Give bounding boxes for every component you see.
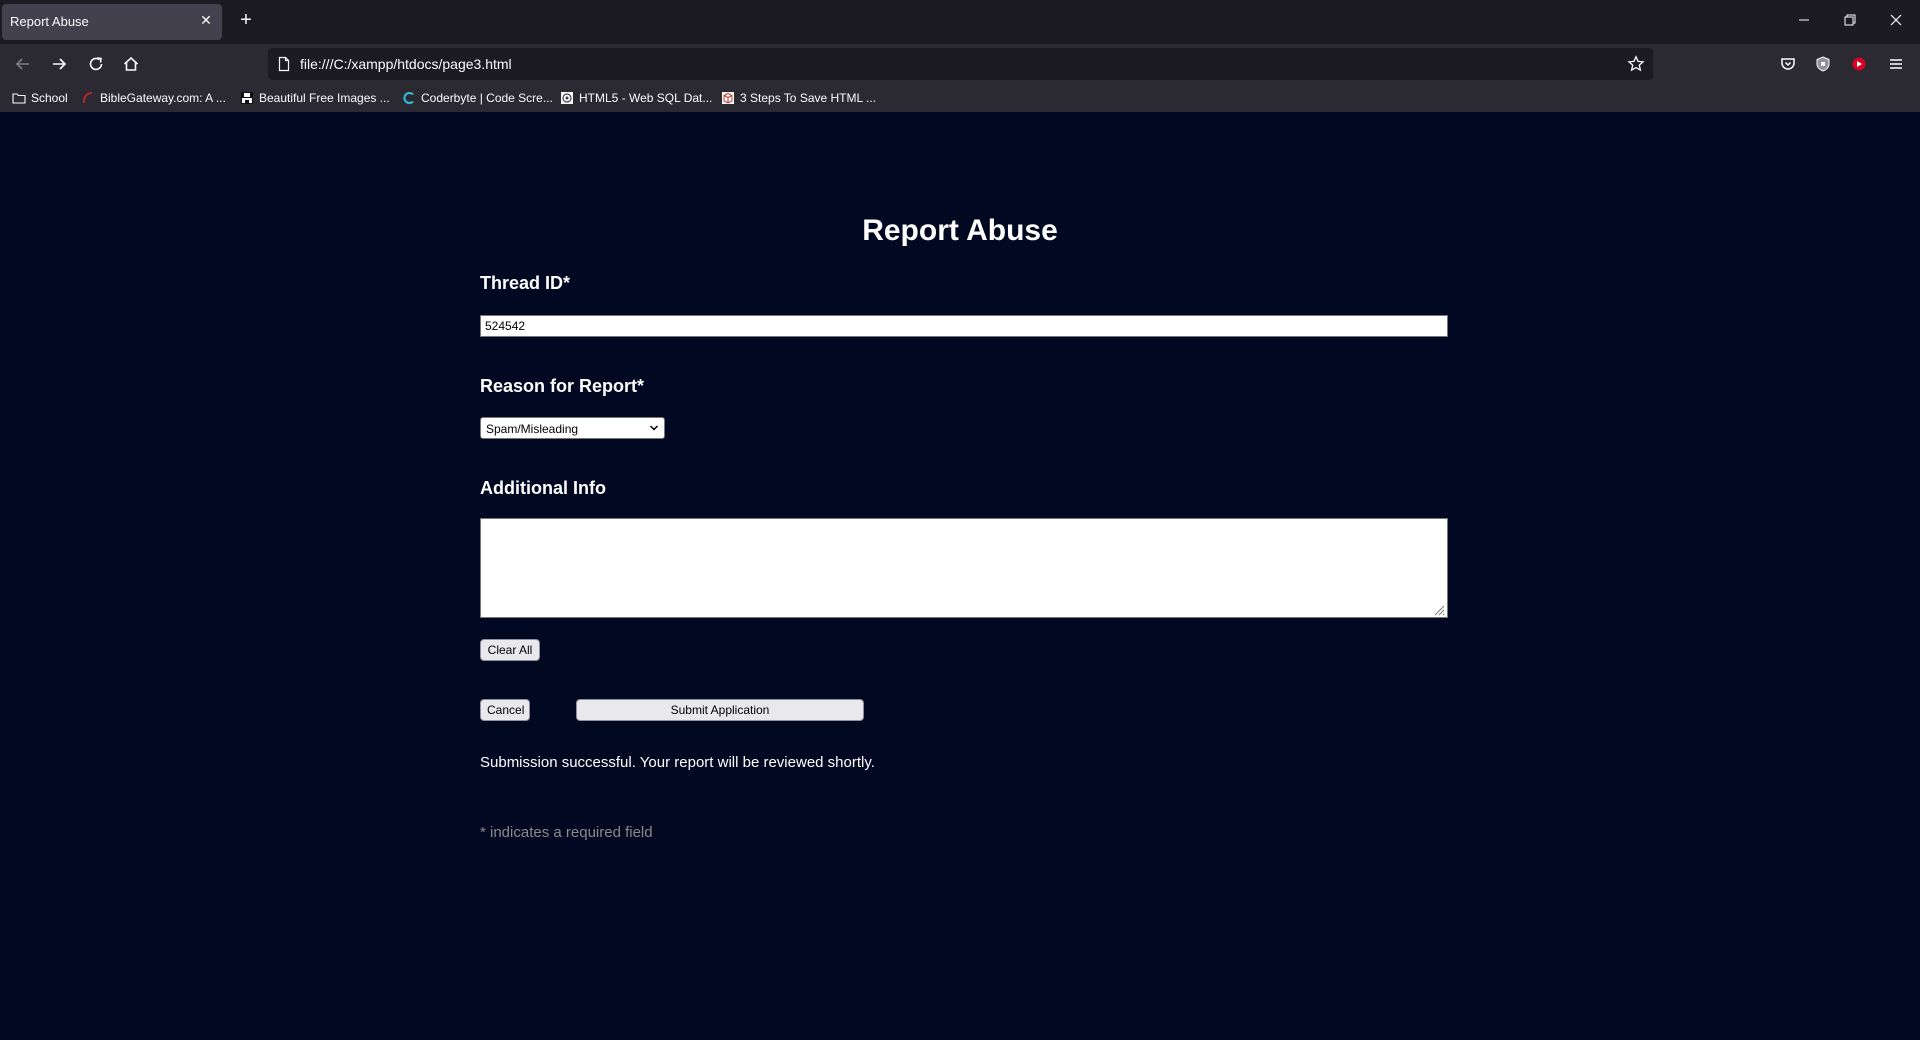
- new-tab-icon[interactable]: +: [236, 10, 256, 30]
- tab-title: Report Abuse: [10, 14, 89, 29]
- success-message: Submission successful. Your report will …: [480, 754, 875, 771]
- bookmark-label: BibleGateway.com: A ...: [100, 91, 226, 105]
- submit-application-button[interactable]: Submit Application: [576, 699, 864, 721]
- pocket-icon[interactable]: [1778, 54, 1798, 74]
- package-icon: [721, 91, 735, 105]
- bookmark-save-html[interactable]: 3 Steps To Save HTML ...: [721, 90, 876, 106]
- tab-strip: Report Abuse ✕ +: [0, 0, 1920, 44]
- bookmark-web-sql[interactable]: HTML5 - Web SQL Dat...: [560, 90, 712, 106]
- cancel-button[interactable]: Cancel: [480, 699, 530, 721]
- url-text[interactable]: file:///C:/xampp/htdocs/page3.html: [300, 56, 512, 72]
- reload-icon[interactable]: [86, 54, 106, 74]
- chevron-down-icon: [648, 422, 660, 434]
- hamburger-menu-icon[interactable]: [1886, 54, 1906, 74]
- reason-selected-value: Spam/Misleading: [486, 422, 579, 436]
- folder-icon: [12, 91, 26, 105]
- bookmarks-toolbar: School BibleGateway.com: A ... Beautiful…: [0, 84, 1920, 112]
- browser-chrome: Report Abuse ✕ + file:///C:/xampp/htdocs…: [0, 0, 1920, 112]
- home-icon[interactable]: [121, 54, 141, 74]
- coderbyte-icon: [402, 91, 416, 105]
- page-title: Report Abuse: [862, 214, 1058, 247]
- bookmark-label: School: [31, 91, 68, 105]
- additional-info-textarea[interactable]: [480, 518, 1448, 618]
- bookmark-star-icon[interactable]: [1627, 55, 1645, 73]
- resize-grip-icon[interactable]: [1433, 603, 1445, 616]
- bookmark-school[interactable]: School: [12, 90, 68, 106]
- biblegateway-icon: [81, 91, 95, 105]
- page-content: Report Abuse Thread ID* Reason for Repor…: [0, 112, 1920, 1040]
- thread-id-input[interactable]: [480, 315, 1448, 337]
- nav-bar: file:///C:/xampp/htdocs/page3.html: [0, 44, 1920, 84]
- bookmark-label: 3 Steps To Save HTML ...: [740, 91, 877, 105]
- bookmark-label: Coderbyte | Code Scre...: [421, 91, 553, 105]
- unsplash-icon: [240, 91, 254, 105]
- shield-icon[interactable]: [1813, 54, 1833, 74]
- clear-all-button[interactable]: Clear All: [480, 639, 540, 661]
- bookmark-label: HTML5 - Web SQL Dat...: [579, 91, 713, 105]
- bookmark-biblegateway[interactable]: BibleGateway.com: A ...: [81, 90, 226, 106]
- bookmark-coderbyte[interactable]: Coderbyte | Code Scre...: [402, 90, 553, 106]
- tab-report-abuse[interactable]: Report Abuse ✕: [2, 4, 222, 40]
- reason-select[interactable]: Spam/Misleading: [480, 417, 665, 439]
- extension-icon[interactable]: [1849, 54, 1869, 74]
- bookmark-label: Beautiful Free Images ...: [259, 91, 390, 105]
- thread-id-label: Thread ID*: [480, 273, 571, 293]
- restore-icon[interactable]: [1840, 10, 1860, 30]
- minimize-icon[interactable]: [1794, 10, 1814, 30]
- forward-arrow-icon[interactable]: [49, 54, 69, 74]
- url-bar[interactable]: file:///C:/xampp/htdocs/page3.html: [268, 48, 1653, 80]
- additional-info-label: Additional Info: [480, 478, 606, 498]
- reason-label: Reason for Report*: [480, 376, 645, 396]
- bookmark-unsplash[interactable]: Beautiful Free Images ...: [240, 90, 390, 106]
- page-icon: [276, 56, 292, 72]
- close-tab-icon[interactable]: ✕: [198, 12, 214, 28]
- back-arrow-icon[interactable]: [13, 54, 33, 74]
- tutorialspoint-icon: [560, 91, 574, 105]
- required-field-note: * indicates a required field: [480, 824, 653, 841]
- close-window-icon[interactable]: [1886, 10, 1906, 30]
